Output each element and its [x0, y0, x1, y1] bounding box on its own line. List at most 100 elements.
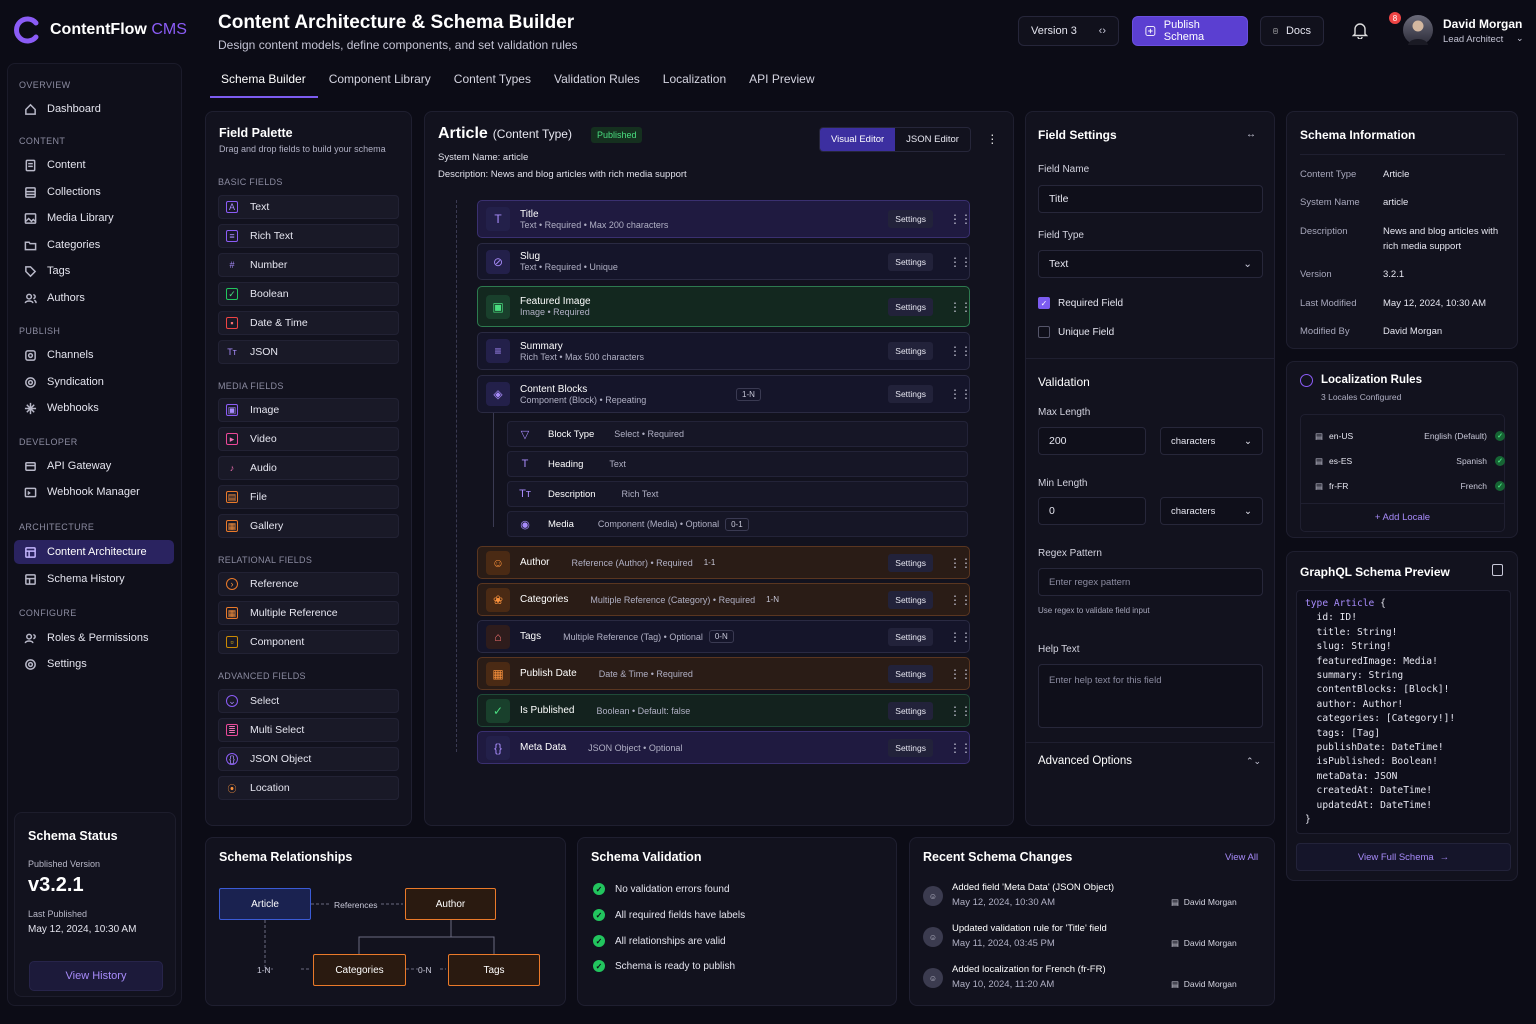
drag-handle-icon[interactable]: ⋮⋮: [949, 301, 972, 313]
field-settings-button[interactable]: Settings: [888, 627, 933, 646]
nav-item-collections[interactable]: Collections: [14, 180, 174, 204]
schema-field-row[interactable]: ✓ Is Published Boolean • Default: false …: [477, 694, 972, 727]
chevron-down-icon[interactable]: ⌄: [1516, 33, 1524, 44]
schema-field-row[interactable]: ≡ Summary Rich Text • Max 500 characters …: [477, 332, 972, 370]
field-settings-button[interactable]: Settings: [888, 297, 933, 316]
palette-item-location[interactable]: ⦿ Location: [218, 776, 399, 800]
nav-item-webhooks[interactable]: Webhooks: [14, 396, 174, 420]
drag-handle-icon[interactable]: ⋮⋮: [949, 742, 972, 754]
nav-item-settings[interactable]: Settings: [14, 652, 174, 676]
schema-field-row[interactable]: ☺ Author Reference (Author) • Required 1…: [477, 546, 972, 579]
drag-handle-icon[interactable]: ⋮⋮: [949, 213, 972, 225]
change-item[interactable]: ☺ Updated validation rule for 'Title' fi…: [923, 923, 1253, 961]
change-item[interactable]: ☺ Added field 'Meta Data' (JSON Object) …: [923, 882, 1253, 920]
tab-schema-builder[interactable]: Schema Builder: [210, 66, 318, 98]
schema-field-row[interactable]: ⊘ Slug Text • Required • Unique Settings …: [477, 243, 972, 280]
nav-item-categories[interactable]: Categories: [14, 233, 174, 257]
drag-handle-icon[interactable]: ⋮⋮: [949, 388, 972, 400]
schema-field-row[interactable]: ⌂ Tags Multiple Reference (Tag) • Option…: [477, 620, 972, 653]
field-settings-button[interactable]: Settings: [888, 385, 933, 403]
field-settings-button[interactable]: Settings: [888, 252, 933, 271]
field-settings-button[interactable]: Settings: [888, 738, 933, 757]
schema-field-row[interactable]: ▦ Publish Date Date & Time • Required Se…: [477, 657, 972, 690]
help-text-input[interactable]: Enter help text for this field: [1038, 664, 1263, 728]
nav-item-webhook-manager[interactable]: Webhook Manager: [14, 480, 174, 504]
locale-row[interactable]: ▤ en-US English (Default) ✓: [1315, 425, 1505, 447]
version-selector[interactable]: Version 3 ‹›: [1018, 16, 1119, 46]
palette-item-select[interactable]: ⌄ Select: [218, 689, 399, 713]
nav-item-channels[interactable]: Channels: [14, 343, 174, 367]
publish-schema-button[interactable]: Publish Schema: [1132, 16, 1248, 46]
palette-item-rich-text[interactable]: ≡ Rich Text: [218, 224, 399, 248]
drag-handle-icon[interactable]: ⋮⋮: [949, 668, 972, 680]
field-settings-button[interactable]: Settings: [888, 701, 933, 720]
drag-handle-icon[interactable]: ⋮⋮: [949, 705, 972, 717]
collapse-icon[interactable]: ↔: [1246, 129, 1256, 140]
schema-field-row[interactable]: {} Meta Data JSON Object • Optional Sett…: [477, 731, 972, 764]
user-name[interactable]: David Morgan: [1443, 17, 1522, 31]
json-editor-tab[interactable]: JSON Editor: [895, 128, 970, 151]
view-full-schema-button[interactable]: View Full Schema →: [1296, 843, 1511, 871]
palette-item-boolean[interactable]: ✓ Boolean: [218, 282, 399, 306]
palette-item-multi-select[interactable]: ≣ Multi Select: [218, 718, 399, 742]
palette-item-text[interactable]: A Text: [218, 195, 399, 219]
notifications-bell[interactable]: [1352, 22, 1368, 39]
docs-button[interactable]: Docs: [1260, 16, 1324, 46]
locale-row[interactable]: ▤ fr-FR French ✓: [1315, 475, 1505, 497]
palette-item-reference[interactable]: › Reference: [218, 572, 399, 596]
palette-item-gallery[interactable]: ▦ Gallery: [218, 514, 399, 538]
add-locale-button[interactable]: + Add Locale: [1301, 512, 1504, 523]
more-options-icon[interactable]: · · ·: [990, 127, 995, 149]
palette-item-date-time[interactable]: ▪ Date & Time: [218, 311, 399, 335]
field-settings-button[interactable]: Settings: [888, 664, 933, 683]
nav-item-api-gateway[interactable]: API Gateway: [14, 454, 174, 478]
regex-pattern-input[interactable]: Enter regex pattern: [1038, 568, 1263, 596]
nav-item-content-architecture[interactable]: Content Architecture: [14, 540, 174, 564]
sub-field-row[interactable]: Tт Description Rich Text: [507, 481, 968, 507]
palette-item-audio[interactable]: ♪ Audio: [218, 456, 399, 480]
drag-handle-icon[interactable]: ⋮⋮: [949, 631, 972, 643]
view-history-button[interactable]: View History: [29, 961, 163, 991]
required-field-checkbox[interactable]: ✓ Required Field: [1038, 297, 1123, 309]
nav-item-dashboard[interactable]: Dashboard: [14, 97, 174, 121]
palette-item-json-object[interactable]: {} JSON Object: [218, 747, 399, 771]
nav-item-authors[interactable]: Authors: [14, 286, 174, 310]
field-settings-button[interactable]: Settings: [888, 553, 933, 572]
min-length-unit-select[interactable]: characters ⌄: [1160, 497, 1263, 525]
palette-item-component[interactable]: ▫ Component: [218, 630, 399, 654]
drag-handle-icon[interactable]: ⋮⋮: [949, 557, 972, 569]
schema-field-row-selected[interactable]: ▣ Featured Image Image • Required Setting…: [477, 286, 972, 327]
field-settings-button[interactable]: Settings: [888, 210, 933, 228]
field-settings-button[interactable]: Settings: [888, 590, 933, 609]
app-logo[interactable]: ContentFlow CMS: [14, 16, 187, 44]
sub-field-row[interactable]: ◉ Media Component (Media) • Optional 0-1: [507, 511, 968, 537]
nav-item-content[interactable]: Content: [14, 153, 174, 177]
tab-validation-rules[interactable]: Validation Rules: [543, 66, 652, 98]
nav-item-roles-permissions[interactable]: Roles & Permissions: [14, 626, 174, 650]
advanced-options-toggle[interactable]: Advanced Options: [1038, 755, 1132, 767]
user-avatar[interactable]: [1403, 15, 1433, 45]
copy-icon[interactable]: [1492, 564, 1503, 576]
drag-handle-icon[interactable]: ⋮⋮: [949, 594, 972, 606]
sub-field-row[interactable]: T Heading Text: [507, 451, 968, 477]
nav-item-syndication[interactable]: Syndication: [14, 370, 174, 394]
schema-field-row[interactable]: ◈ Content Blocks Component (Block) • Repe…: [477, 375, 972, 413]
tab-api-preview[interactable]: API Preview: [738, 66, 826, 98]
locale-row[interactable]: ▤ es-ES Spanish ✓: [1315, 450, 1505, 472]
palette-item-number[interactable]: # Number: [218, 253, 399, 277]
palette-item-video[interactable]: ▸ Video: [218, 427, 399, 451]
nav-item-media-library[interactable]: Media Library: [14, 206, 174, 230]
drag-handle-icon[interactable]: ⋮⋮: [949, 345, 972, 357]
expand-icon[interactable]: ⌃⌄: [1246, 756, 1261, 767]
field-name-input[interactable]: Title: [1038, 185, 1263, 213]
unique-field-checkbox[interactable]: Unique Field: [1038, 326, 1114, 338]
palette-item-image[interactable]: ▣ Image: [218, 398, 399, 422]
tab-localization[interactable]: Localization: [652, 66, 738, 98]
field-settings-button[interactable]: Settings: [888, 342, 933, 360]
palette-item-file[interactable]: ▤ File: [218, 485, 399, 509]
nav-item-schema-history[interactable]: Schema History: [14, 567, 174, 591]
visual-editor-tab[interactable]: Visual Editor: [820, 128, 896, 151]
sub-field-row[interactable]: ▽ Block Type Select • Required: [507, 421, 968, 447]
min-length-input[interactable]: 0: [1038, 497, 1146, 525]
nav-item-tags[interactable]: Tags: [14, 259, 174, 283]
